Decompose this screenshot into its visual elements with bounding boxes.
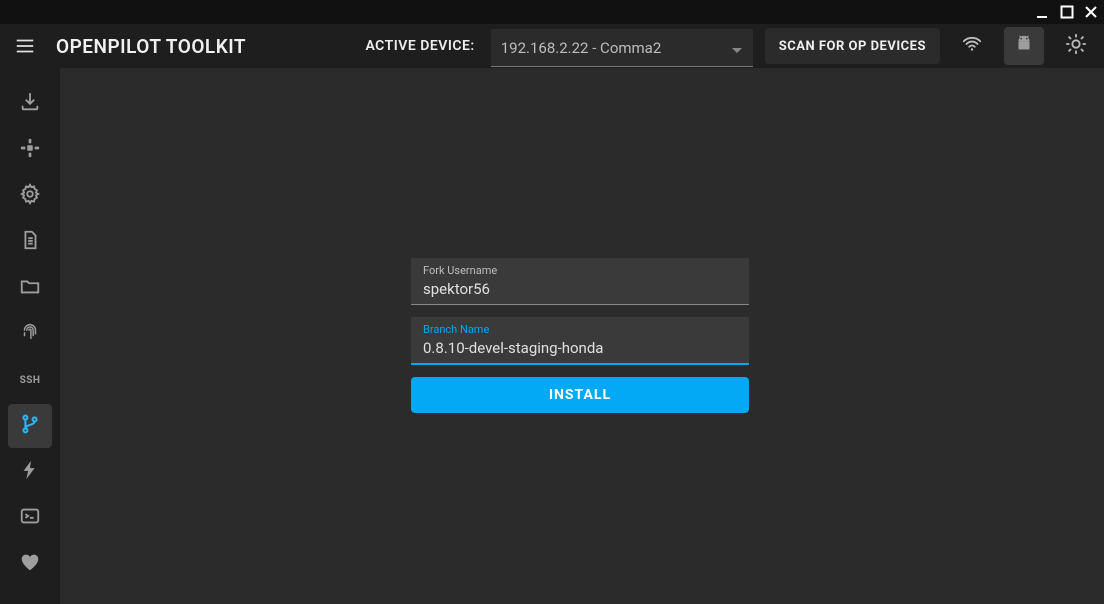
sidebar-item-flash[interactable]: [8, 450, 52, 494]
install-button[interactable]: INSTALL: [411, 377, 749, 413]
menu-toggle-button[interactable]: [6, 26, 44, 66]
sidebar-item-remote[interactable]: [8, 128, 52, 172]
adb-button[interactable]: [1004, 27, 1044, 65]
file-icon: [19, 229, 41, 255]
fork-username-input[interactable]: [423, 280, 737, 298]
ssh-icon: SSH: [20, 375, 41, 386]
scan-devices-button[interactable]: SCAN FOR OP DEVICES: [765, 28, 940, 64]
active-device-select[interactable]: 192.168.2.22 - Comma2: [491, 29, 753, 67]
active-device-value: 192.168.2.22 - Comma2: [501, 39, 662, 57]
sidebar-item-ssh[interactable]: SSH: [8, 358, 52, 402]
sidebar-item-fingerprint[interactable]: [8, 312, 52, 356]
android-icon: [1013, 33, 1035, 59]
active-device-label: ACTIVE DEVICE:: [365, 38, 474, 54]
fork-username-label: Fork Username: [423, 264, 737, 277]
sidebar-item-logs[interactable]: [8, 220, 52, 264]
sidebar-item-settings[interactable]: [8, 174, 52, 218]
install-button-label: INSTALL: [549, 387, 611, 403]
app-header: OPENPILOT TOOLKIT ACTIVE DEVICE: 192.168…: [0, 24, 1104, 68]
folder-icon: [19, 275, 41, 301]
sidebar-item-fork[interactable]: [8, 404, 52, 448]
window-maximize-button[interactable]: [1060, 5, 1074, 19]
wifi-icon: [961, 33, 983, 59]
wifi-button[interactable]: [952, 27, 992, 65]
window-minimize-button[interactable]: [1036, 5, 1050, 19]
sidebar-item-donate[interactable]: [8, 542, 52, 586]
sidebar-item-explore[interactable]: [8, 266, 52, 310]
fingerprint-icon: [19, 321, 41, 347]
chevron-down-icon: [731, 42, 743, 54]
theme-toggle-button[interactable]: [1056, 27, 1096, 65]
install-form: Fork Username Branch Name INSTALL: [411, 258, 749, 413]
branch-name-field[interactable]: Branch Name: [411, 317, 749, 365]
sidebar-item-terminal[interactable]: [8, 496, 52, 540]
sidebar: SSH: [0, 68, 60, 604]
download-icon: [19, 91, 41, 117]
sidebar-item-export[interactable]: [8, 82, 52, 126]
fork-username-field[interactable]: Fork Username: [411, 258, 749, 305]
branch-name-label: Branch Name: [423, 323, 737, 336]
heart-icon: [19, 551, 41, 577]
brightness-icon: [1065, 33, 1087, 59]
git-branch-icon: [19, 413, 41, 439]
gear-icon: [19, 183, 41, 209]
terminal-icon: [19, 505, 41, 531]
window-close-button[interactable]: [1084, 5, 1098, 19]
bolt-icon: [19, 459, 41, 485]
window-titlebar: [0, 0, 1104, 24]
main-content: Fork Username Branch Name INSTALL: [60, 68, 1104, 604]
scan-devices-label: SCAN FOR OP DEVICES: [779, 39, 926, 54]
app-title: OPENPILOT TOOLKIT: [56, 35, 246, 58]
branch-name-input[interactable]: [423, 339, 737, 357]
gamepad-icon: [19, 137, 41, 163]
